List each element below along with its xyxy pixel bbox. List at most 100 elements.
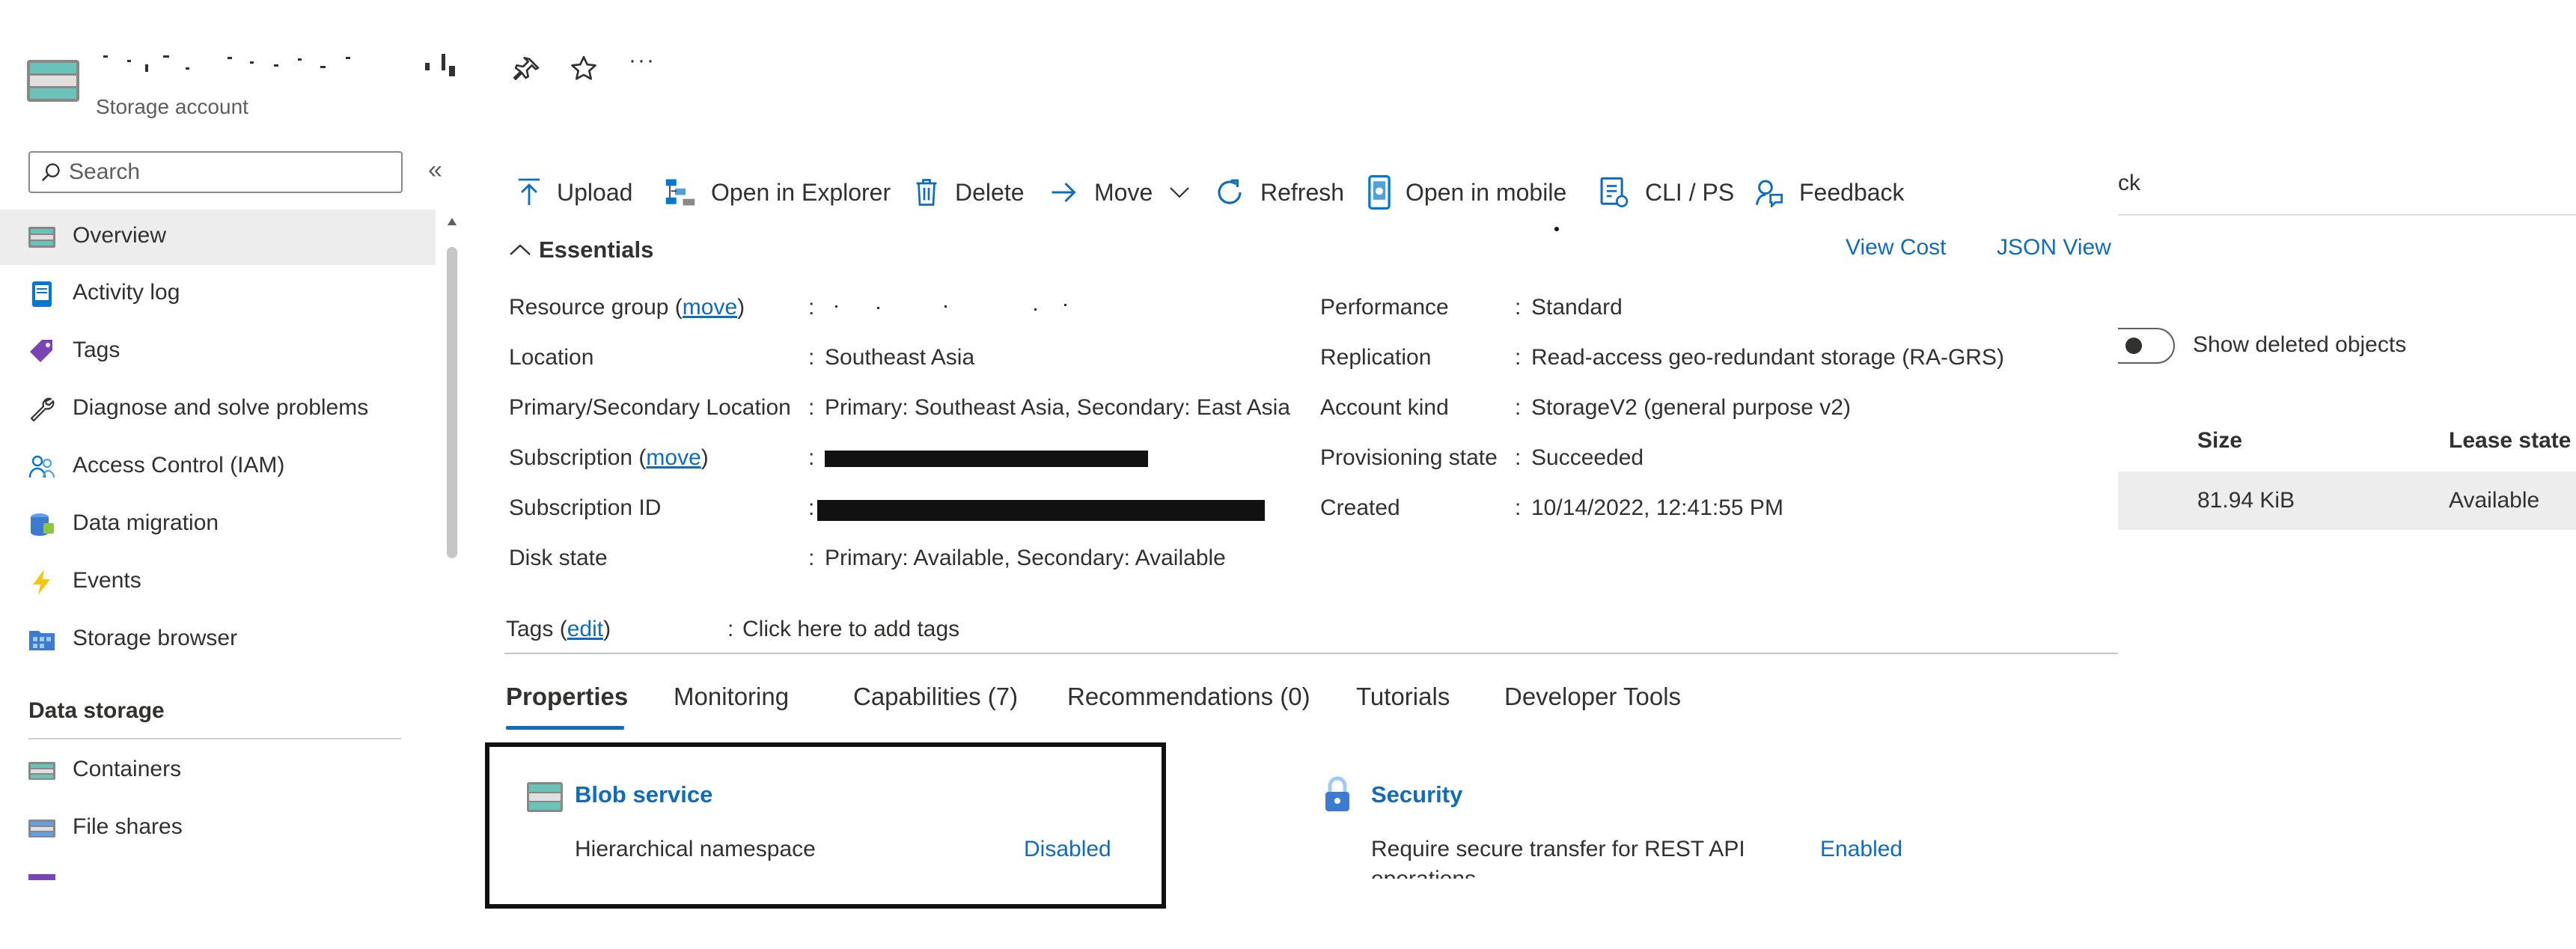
lock-icon [1325, 776, 1349, 811]
activity-log-icon [32, 281, 52, 307]
open-in-explorer-button[interactable]: Open in Explorer [665, 174, 891, 211]
location-value: Southeast Asia [825, 345, 975, 370]
partial-link-text[interactable]: ck [2118, 171, 2140, 196]
performance-label: Performance [1320, 295, 1449, 320]
star-icon[interactable] [569, 54, 599, 84]
account-kind-label: Account kind [1320, 395, 1449, 420]
subscription-value-redacted[interactable] [825, 451, 1148, 467]
provisioning-state-label: Provisioning state [1320, 445, 1498, 470]
tab-properties[interactable]: Properties [506, 683, 628, 711]
sidebar-item-label: Tags [73, 338, 120, 362]
sidebar-item-events[interactable]: Events [0, 555, 436, 610]
sidebar-item-tags[interactable]: Tags [0, 324, 436, 379]
blob-service-icon [527, 782, 563, 812]
sidebar-item-label: Diagnose and solve problems [73, 395, 369, 420]
col-header-lease-state[interactable]: Lease state [2449, 428, 2571, 454]
sidebar-item-label: Events [73, 568, 141, 593]
hierarchical-namespace-label: Hierarchical namespace [575, 837, 816, 861]
feedback-button[interactable]: Feedback [1754, 174, 1905, 211]
secure-transfer-value[interactable]: Enabled [1820, 837, 1902, 862]
json-view-link[interactable]: JSON View [1997, 235, 2111, 260]
subscription-colon: : [808, 445, 815, 470]
sidebar-item-label: Containers [73, 757, 182, 781]
tab-monitoring[interactable]: Monitoring [674, 683, 789, 711]
collapse-sidebar-button[interactable]: « [428, 156, 442, 185]
essentials-toggle[interactable]: Essentials [509, 235, 653, 265]
security-title[interactable]: Security [1371, 781, 1462, 808]
replication-label: Replication [1320, 345, 1432, 370]
tab-recommendations[interactable]: Recommendations (0) [1067, 683, 1310, 711]
tags-text: Tags ( [506, 617, 567, 641]
search-box[interactable] [28, 151, 403, 193]
upload-icon [518, 178, 540, 205]
provisioning-state-colon: : [1515, 445, 1522, 470]
col-header-size[interactable]: Size [2197, 428, 2242, 454]
resource-group-move-link[interactable]: move [683, 295, 737, 320]
sidebar-item-label: Storage browser [73, 626, 238, 650]
search-input[interactable] [69, 153, 391, 192]
open-in-mobile-button[interactable]: Open in mobile [1368, 174, 1566, 211]
cli-icon [1600, 177, 1629, 207]
cli-ps-button[interactable]: CLI / PS [1599, 174, 1734, 211]
delete-button[interactable]: Delete [913, 174, 1025, 211]
tab-tutorials[interactable]: Tutorials [1356, 683, 1450, 711]
sidebar-item-containers[interactable]: Containers [0, 743, 436, 799]
tags-edit-link[interactable]: edit [567, 617, 603, 641]
created-label: Created [1320, 495, 1400, 520]
blob-service-title[interactable]: Blob service [575, 781, 712, 808]
account-kind-colon: : [1515, 395, 1522, 420]
replication-colon: : [1515, 345, 1522, 370]
pin-icon[interactable] [512, 55, 542, 85]
open-in-mobile-label: Open in mobile [1405, 178, 1567, 206]
disk-state-colon: : [808, 546, 815, 570]
created-colon: : [1515, 495, 1522, 520]
storage-browser-icon [29, 631, 55, 650]
table-row[interactable]: 81.94 KiB Available [2118, 472, 2576, 530]
sidebar-item-label: Activity log [73, 280, 180, 305]
chevron-up-icon [510, 244, 531, 255]
subscription-id-label: Subscription ID [509, 495, 662, 520]
sidebar-item-overview[interactable]: Overview [0, 210, 436, 265]
sidebar-item-storage-browser[interactable]: Storage browser [0, 612, 436, 668]
refresh-button[interactable]: Refresh [1214, 174, 1344, 211]
resource-group-text: Resource group ( [509, 295, 683, 320]
subscription-move-link[interactable]: move [646, 445, 701, 470]
show-deleted-toggle[interactable] [2118, 328, 2175, 364]
hierarchical-namespace-value[interactable]: Disabled [1024, 837, 1111, 862]
view-cost-link[interactable]: View Cost [1846, 235, 1947, 260]
panel-divider [2118, 214, 2576, 216]
background-blade-panel: ck Show deleted objects Size Lease state… [2118, 0, 2576, 949]
subscription-label: Subscription (move) [509, 445, 709, 471]
explorer-icon [665, 179, 695, 206]
subscription-text: Subscription ( [509, 445, 647, 470]
location-label: Location [509, 345, 594, 370]
sidebar-item-activity-log[interactable]: Activity log [0, 266, 436, 322]
sidebar-item-label: Data migration [73, 510, 219, 535]
resource-group-label: Resource group (move) [509, 295, 745, 320]
more-options-button[interactable]: ··· [629, 48, 656, 73]
sidebar-item-iam[interactable]: Access Control (IAM) [0, 439, 436, 495]
upload-button[interactable]: Upload [516, 174, 632, 211]
overview-icon [28, 227, 55, 248]
tags-label: Tags (edit) [506, 617, 611, 642]
sidebar-scroll-thumb[interactable] [447, 247, 457, 558]
subscription-id-colon: : [808, 495, 815, 520]
move-button[interactable]: Move [1049, 174, 1190, 211]
sidebar-item-diagnose[interactable]: Diagnose and solve problems [0, 382, 436, 437]
essentials-divider [504, 653, 2119, 654]
sidebar-item-file-shares[interactable]: File shares [0, 801, 436, 856]
toggle-knob [2125, 338, 2142, 354]
search-icon [42, 163, 60, 181]
add-tags-link[interactable]: Click here to add tags [742, 617, 959, 642]
subscription-suffix: ) [701, 445, 709, 470]
lightning-icon [33, 570, 50, 595]
section-heading-data-storage: Data storage [28, 698, 165, 723]
open-in-explorer-label: Open in Explorer [711, 178, 891, 206]
tab-capabilities[interactable]: Capabilities (7) [853, 683, 1018, 711]
sidebar-item-data-migration[interactable]: Data migration [0, 497, 436, 552]
resource-type-label: Storage account [96, 95, 248, 118]
performance-colon: : [1515, 295, 1522, 320]
cli-ps-label: CLI / PS [1645, 178, 1735, 206]
upload-label: Upload [557, 178, 633, 206]
tab-developer-tools[interactable]: Developer Tools [1504, 683, 1681, 711]
